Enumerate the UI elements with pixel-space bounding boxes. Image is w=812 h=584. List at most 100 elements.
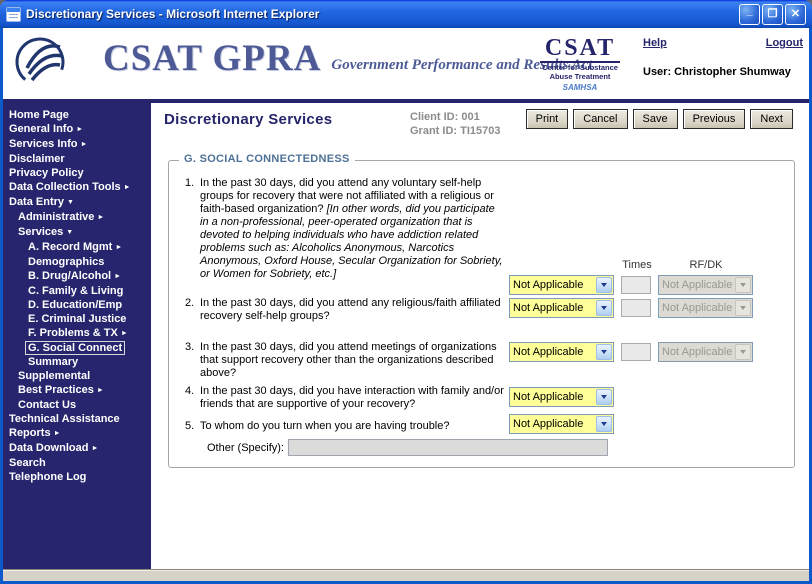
sidebar-item-label: Services Info <box>9 138 77 150</box>
chevron-right-icon: ► <box>121 330 128 337</box>
sidebar-item-label: Best Practices <box>18 384 94 396</box>
question-2-rfdk-select[interactable]: Not Applicable <box>658 298 753 318</box>
sidebar-item-services-info[interactable]: Services Info► <box>3 137 151 152</box>
window-controls: _ ❐ ✕ <box>739 4 806 25</box>
chevron-right-icon: ► <box>91 445 98 452</box>
dropdown-arrow-icon <box>596 277 612 293</box>
close-button[interactable]: ✕ <box>785 4 806 25</box>
chevron-right-icon: ► <box>97 214 104 221</box>
minimize-button[interactable]: _ <box>739 4 760 25</box>
help-link[interactable]: Help <box>643 37 667 49</box>
sidebar-item-label: Data Download <box>9 442 88 454</box>
cancel-button[interactable]: Cancel <box>573 109 627 129</box>
close-icon: ✕ <box>791 8 800 20</box>
question-4-text-main: In the past 30 days, did you have intera… <box>200 385 504 410</box>
question-1-response-value: Not Applicable <box>513 279 595 291</box>
question-3-text-main: In the past 30 days, did you attend meet… <box>200 341 497 379</box>
samhsa-label: SAMHSA <box>540 83 620 92</box>
restore-button[interactable]: ❐ <box>762 4 783 25</box>
question-1-rfdk-select[interactable]: Not Applicable <box>658 275 753 295</box>
question-4-response-select[interactable]: Not Applicable <box>509 387 614 407</box>
column-header-rfdk: RF/DK <box>663 259 749 271</box>
sidebar-item-g-social-connect[interactable]: G. Social Connect <box>3 341 151 355</box>
question-3-response-select[interactable]: Not Applicable <box>509 342 614 362</box>
sidebar-item-services[interactable]: Services▼ <box>3 225 151 240</box>
sidebar-item-label: Technical Assistance <box>9 413 120 425</box>
client-id: Client ID: 001 <box>410 110 500 124</box>
brand-block: CSAT GPRA Government Performance and Res… <box>103 40 592 77</box>
sidebar-item-best-practices[interactable]: Best Practices► <box>3 383 151 398</box>
browser-window: Discretionary Services - Microsoft Inter… <box>0 0 812 584</box>
question-5-text-main: To whom do you turn when you are having … <box>200 420 450 432</box>
sidebar-item-d-education-emp[interactable]: D. Education/Emp <box>3 298 151 312</box>
sidebar-item-label: Demographics <box>28 256 104 268</box>
question-3-rfdk-select[interactable]: Not Applicable <box>658 342 753 362</box>
dropdown-arrow-icon <box>735 300 751 316</box>
csat-logo: CSAT Center for Substance Abuse Treatmen… <box>540 36 620 92</box>
sidebar-item-contact-us[interactable]: Contact Us <box>3 398 151 412</box>
sidebar-item-demographics[interactable]: Demographics <box>3 255 151 269</box>
dropdown-arrow-icon <box>735 277 751 293</box>
page-title: Discretionary Services <box>164 111 332 128</box>
sidebar-item-privacy-policy[interactable]: Privacy Policy <box>3 166 151 180</box>
dropdown-arrow-icon <box>596 300 612 316</box>
main-content: Discretionary Services Client ID: 001 Gr… <box>151 103 809 569</box>
next-button[interactable]: Next <box>750 109 793 129</box>
question-2-times-input[interactable] <box>621 299 651 317</box>
sidebar-item-c-family-living[interactable]: C. Family & Living <box>3 284 151 298</box>
section-legend: G. SOCIAL CONNECTEDNESS <box>179 153 355 165</box>
chevron-down-icon: ▼ <box>67 199 74 206</box>
chevron-right-icon: ► <box>114 273 121 280</box>
save-button[interactable]: Save <box>633 109 678 129</box>
sidebar-item-label: Privacy Policy <box>9 167 84 179</box>
question-2-number: 2. <box>185 297 194 309</box>
sidebar-item-technical-assistance[interactable]: Technical Assistance <box>3 412 151 426</box>
question-1-times-input[interactable] <box>621 276 651 294</box>
sidebar-item-home-page[interactable]: Home Page <box>3 108 151 122</box>
sidebar-item-e-criminal-justice[interactable]: E. Criminal Justice <box>3 312 151 326</box>
sidebar-item-reports[interactable]: Reports► <box>3 426 151 441</box>
window-title: Discretionary Services - Microsoft Inter… <box>26 7 319 21</box>
sidebar-item-b-drug-alcohol[interactable]: B. Drug/Alcohol► <box>3 269 151 284</box>
sidebar-item-general-info[interactable]: General Info► <box>3 122 151 137</box>
sidebar-item-telephone-log[interactable]: Telephone Log <box>3 470 151 484</box>
app-header: CSAT GPRA Government Performance and Res… <box>3 28 809 99</box>
sidebar-item-search[interactable]: Search <box>3 456 151 470</box>
sidebar-item-label: Summary <box>28 356 78 368</box>
sidebar-item-label: Services <box>18 226 63 238</box>
question-1-rfdk-value: Not Applicable <box>662 279 734 291</box>
csat-logo-title: CSAT <box>540 36 620 63</box>
question-1-response-select[interactable]: Not Applicable <box>509 275 614 295</box>
dropdown-arrow-icon <box>596 389 612 405</box>
dropdown-arrow-icon <box>735 344 751 360</box>
sidebar-item-data-entry[interactable]: Data Entry▼ <box>3 195 151 210</box>
chevron-right-icon: ► <box>80 141 87 148</box>
question-3-times-input[interactable] <box>621 343 651 361</box>
other-specify-input[interactable] <box>288 439 608 456</box>
question-1-text: In the past 30 days, did you attend any … <box>200 177 505 281</box>
window-titlebar: Discretionary Services - Microsoft Inter… <box>0 0 812 28</box>
question-3-response-value: Not Applicable <box>513 346 595 358</box>
sidebar-item-summary[interactable]: Summary <box>3 355 151 369</box>
social-connectedness-section: G. SOCIAL CONNECTEDNESS Times RF/DK 1. I… <box>168 160 795 468</box>
sidebar-item-administrative[interactable]: Administrative► <box>3 210 151 225</box>
print-button[interactable]: Print <box>526 109 569 129</box>
sidebar-item-a-record-mgmt[interactable]: A. Record Mgmt► <box>3 240 151 255</box>
question-3-rfdk-value: Not Applicable <box>662 346 734 358</box>
question-5-response-select[interactable]: Not Applicable <box>509 414 614 434</box>
question-2-response-select[interactable]: Not Applicable <box>509 298 614 318</box>
ie-document-icon <box>6 7 21 22</box>
chevron-right-icon: ► <box>97 387 104 394</box>
previous-button[interactable]: Previous <box>683 109 746 129</box>
sidebar-item-data-download[interactable]: Data Download► <box>3 441 151 456</box>
window-frame: CSAT GPRA Government Performance and Res… <box>0 28 812 584</box>
sidebar-item-supplemental[interactable]: Supplemental <box>3 369 151 383</box>
sidebar-item-f-problems-tx[interactable]: F. Problems & TX► <box>3 326 151 341</box>
restore-icon: ❐ <box>768 8 778 20</box>
sidebar-item-label: D. Education/Emp <box>28 299 122 311</box>
sidebar-item-data-collection-tools[interactable]: Data Collection Tools► <box>3 180 151 195</box>
sidebar-item-disclaimer[interactable]: Disclaimer <box>3 152 151 166</box>
toolbar: Print Cancel Save Previous Next <box>526 109 793 129</box>
question-4-number: 4. <box>185 385 194 397</box>
logout-link[interactable]: Logout <box>766 37 803 49</box>
